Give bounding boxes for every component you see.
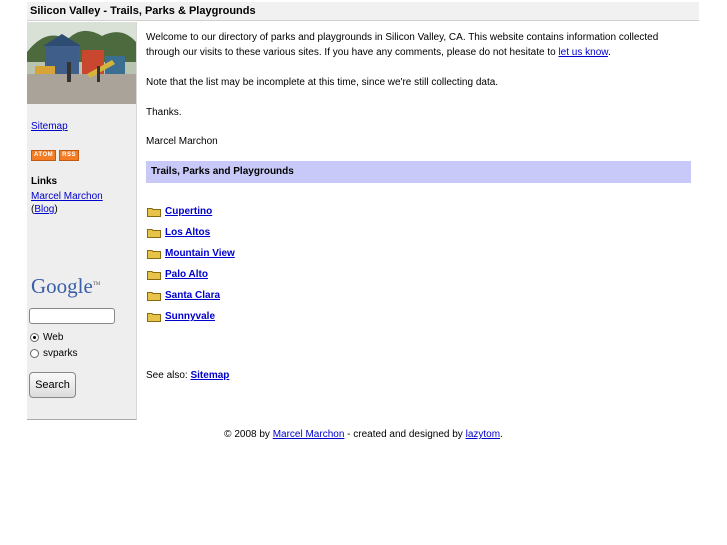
city-link-cupertino[interactable]: Cupertino (165, 206, 212, 217)
google-tm: TM (92, 282, 101, 287)
see-also-label: See also: (146, 370, 191, 381)
see-also: See also: Sitemap (146, 370, 229, 381)
contact-link[interactable]: let us know (558, 47, 607, 58)
radio-web[interactable]: Web (30, 332, 63, 343)
note-paragraph: Note that the list may be incomplete at … (146, 77, 499, 88)
city-item-cupertino[interactable]: Cupertino (147, 201, 235, 222)
link-blog[interactable]: Blog (34, 204, 54, 215)
sidebar: Sitemap ATOM RSS Links Marcel Marchon (B… (27, 22, 137, 420)
rss-feed-badge[interactable]: RSS (59, 150, 79, 161)
footer-designer-link[interactable]: lazytom (466, 429, 500, 440)
city-item-mountain-view[interactable]: Mountain View (147, 243, 235, 264)
city-item-los-altos[interactable]: Los Altos (147, 222, 235, 243)
radio-web-label: Web (43, 332, 64, 343)
folder-icon (147, 270, 161, 280)
footer-middle: - created and designed by (344, 429, 466, 440)
sitemap-link[interactable]: Sitemap (31, 121, 68, 132)
city-link-santa-clara[interactable]: Santa Clara (165, 290, 220, 301)
google-logo-text: Google (31, 274, 93, 298)
folder-icon (147, 249, 161, 259)
folder-icon (147, 228, 161, 238)
links-list: Marcel Marchon (Blog) (31, 190, 103, 216)
intro-end: . (607, 47, 611, 58)
page-title: Silicon Valley - Trails, Parks & Playgro… (27, 2, 699, 21)
google-logo: GoogleTM (31, 274, 100, 299)
city-item-santa-clara[interactable]: Santa Clara (147, 285, 235, 306)
folder-icon (147, 207, 161, 217)
city-link-los-altos[interactable]: Los Altos (165, 227, 210, 238)
footer-suffix: . (500, 429, 503, 440)
links-heading: Links (31, 176, 58, 187)
city-link-mountain-view[interactable]: Mountain View (165, 248, 235, 259)
search-button[interactable]: Search (29, 372, 76, 398)
radio-web-button[interactable] (30, 333, 39, 342)
atom-feed-badge[interactable]: ATOM (31, 150, 57, 161)
footer-author-link[interactable]: Marcel Marchon (273, 429, 345, 440)
feed-badges: ATOM RSS (31, 150, 79, 161)
search-input[interactable] (29, 308, 115, 324)
blog-paren-close: ) (54, 204, 58, 215)
playground-photo (27, 22, 136, 104)
author-signature: Marcel Marchon (146, 136, 218, 147)
link-marcel-marchon[interactable]: Marcel Marchon (31, 191, 103, 202)
city-link-palo-alto[interactable]: Palo Alto (165, 269, 208, 280)
thanks-text: Thanks. (146, 107, 182, 118)
see-also-sitemap-link[interactable]: Sitemap (190, 370, 229, 381)
city-link-sunnyvale[interactable]: Sunnyvale (165, 311, 215, 322)
city-item-sunnyvale[interactable]: Sunnyvale (147, 306, 235, 327)
footer: © 2008 by Marcel Marchon - created and d… (0, 429, 727, 440)
section-heading: Trails, Parks and Playgrounds (146, 161, 691, 183)
city-list: Cupertino Los Altos Mountain View Palo A… (147, 201, 235, 327)
folder-icon (147, 312, 161, 322)
radio-svparks-button[interactable] (30, 349, 39, 358)
radio-svparks-label: svparks (43, 348, 78, 359)
folder-icon (147, 291, 161, 301)
intro-paragraph: Welcome to our directory of parks and pl… (146, 30, 686, 60)
city-item-palo-alto[interactable]: Palo Alto (147, 264, 235, 285)
footer-prefix: © 2008 by (224, 429, 273, 440)
radio-svparks[interactable]: svparks (30, 348, 77, 359)
